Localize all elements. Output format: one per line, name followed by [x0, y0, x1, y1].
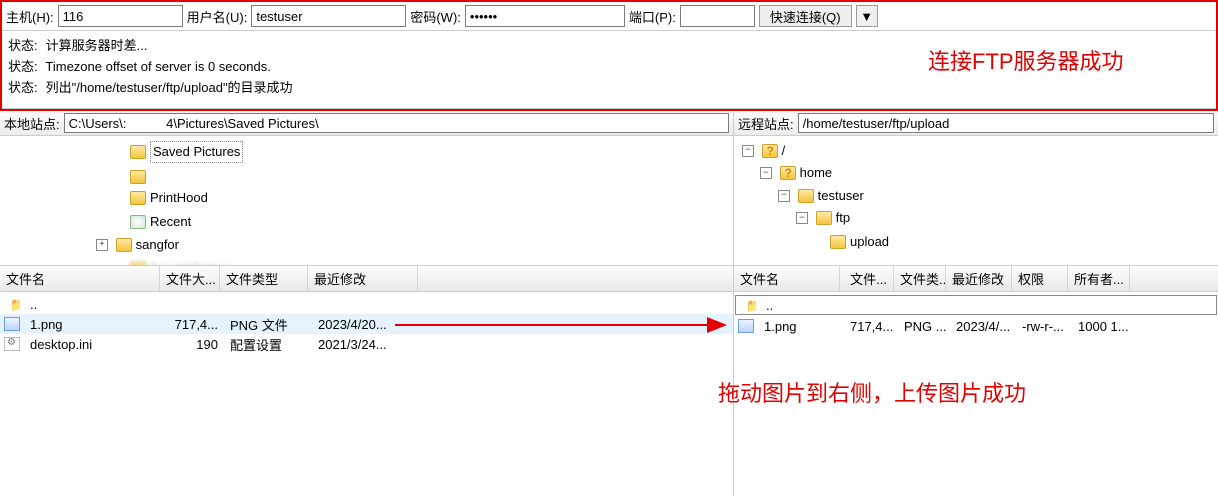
tree-node[interactable]: Saved Pictures — [114, 138, 729, 163]
expander-minus-icon[interactable]: − — [796, 212, 808, 224]
config-file-icon — [4, 337, 20, 351]
recent-icon — [130, 215, 146, 229]
folder-icon — [116, 238, 132, 252]
folder-icon — [798, 189, 814, 203]
status-line: 列出"/home/testuser/ftp/upload"的目录成功 — [46, 80, 293, 95]
pass-input[interactable] — [465, 5, 625, 27]
local-tree[interactable]: Saved Pictures PrintHood Recent + sangfo… — [0, 136, 734, 265]
tree-node[interactable]: + sangfor — [96, 232, 729, 255]
list-row[interactable]: 1.png 717,4... PNG 文件 2023/4/20... — [0, 314, 733, 334]
local-site-bar: 本地站点: — [0, 111, 734, 135]
status-line: 计算服务器时差... — [46, 38, 148, 53]
pass-label: 密码(W): — [410, 7, 461, 26]
host-input[interactable] — [58, 5, 183, 27]
tree-node[interactable]: upload — [814, 228, 1214, 252]
connection-bar: 主机(H): 用户名(U): 密码(W): 端口(P): 快速连接(Q) ▼ — [2, 2, 1216, 31]
status-label: 状态: — [8, 35, 42, 54]
col-name[interactable]: 文件名 — [734, 266, 840, 291]
col-permissions[interactable]: 权限 — [1012, 266, 1068, 291]
user-label: 用户名(U): — [187, 7, 248, 26]
list-row-updir[interactable]: 📁 .. — [735, 295, 1217, 315]
quick-connect-dropdown[interactable]: ▼ — [856, 5, 878, 27]
remote-site-label: 远程站点: — [738, 114, 794, 133]
list-row[interactable]: desktop.ini 190 配置设置 2021/3/24... — [0, 334, 733, 354]
col-modified[interactable]: 最近修改 — [308, 266, 418, 291]
status-line: Timezone offset of server is 0 seconds. — [45, 59, 270, 74]
remote-site-bar: 远程站点: — [734, 111, 1218, 135]
host-label: 主机(H): — [6, 7, 54, 26]
list-header[interactable]: 文件名 文件... 文件类... 最近修改 权限 所有者... — [734, 266, 1218, 292]
status-label: 状态: — [8, 56, 42, 75]
folder-icon — [130, 170, 146, 184]
user-input[interactable] — [251, 5, 406, 27]
tree-node[interactable]: − testuser − ftp upload — [778, 183, 1214, 252]
folder-icon — [816, 211, 832, 225]
port-label: 端口(P): — [629, 7, 676, 26]
col-size[interactable]: 文件大... — [160, 266, 220, 291]
updir-icon: 📁 — [4, 297, 20, 311]
list-row-updir[interactable]: 📁 .. — [0, 294, 733, 314]
image-file-icon — [4, 317, 20, 331]
tree-node[interactable]: − / − home − testuser − ftp upload — [742, 138, 1214, 252]
remote-file-list[interactable]: 文件名 文件... 文件类... 最近修改 权限 所有者... 📁 .. 1.p… — [734, 266, 1218, 496]
status-label: 状态: — [8, 77, 42, 96]
remote-path-input[interactable] — [798, 113, 1214, 133]
tree-node[interactable]: PrintHood — [114, 184, 729, 208]
expander-minus-icon[interactable]: − — [778, 190, 790, 202]
col-type[interactable]: 文件类... — [894, 266, 946, 291]
folder-icon — [130, 145, 146, 159]
list-row[interactable]: 1.png 717,4... PNG ... 2023/4/... -rw-r-… — [734, 316, 1218, 336]
col-type[interactable]: 文件类型 — [220, 266, 308, 291]
local-site-label: 本地站点: — [4, 114, 60, 133]
tree-node[interactable]: Recent — [114, 208, 729, 232]
tree-node[interactable]: − home − testuser − ftp upload — [760, 161, 1214, 253]
port-input[interactable] — [680, 5, 755, 27]
folder-icon — [830, 235, 846, 249]
local-file-list[interactable]: 文件名 文件大... 文件类型 最近修改 📁 .. 1.png 717,4...… — [0, 266, 734, 496]
tree-node[interactable]: − ftp upload — [796, 206, 1214, 253]
expander-minus-icon[interactable]: − — [742, 145, 754, 157]
tree-node[interactable]: Saved Games — [114, 255, 729, 266]
local-path-input[interactable] — [64, 113, 729, 133]
expander-plus-icon[interactable]: + — [96, 239, 108, 251]
list-header[interactable]: 文件名 文件大... 文件类型 最近修改 — [0, 266, 733, 292]
image-file-icon — [738, 319, 754, 333]
folder-icon — [130, 262, 146, 266]
status-log: 状态: 计算服务器时差... 状态: Timezone offset of se… — [2, 31, 1216, 109]
updir-icon: 📁 — [740, 298, 756, 312]
folder-unknown-icon — [780, 166, 796, 180]
col-modified[interactable]: 最近修改 — [946, 266, 1012, 291]
col-size[interactable]: 文件... — [840, 266, 894, 291]
remote-tree[interactable]: − / − home − testuser − ftp upload — [734, 136, 1218, 265]
tree-node[interactable] — [114, 163, 729, 184]
col-owner[interactable]: 所有者... — [1068, 266, 1130, 291]
folder-unknown-icon — [762, 144, 778, 158]
expander-minus-icon[interactable]: − — [760, 167, 772, 179]
quick-connect-button[interactable]: 快速连接(Q) — [759, 5, 852, 27]
col-name[interactable]: 文件名 — [0, 266, 160, 291]
folder-icon — [130, 191, 146, 205]
